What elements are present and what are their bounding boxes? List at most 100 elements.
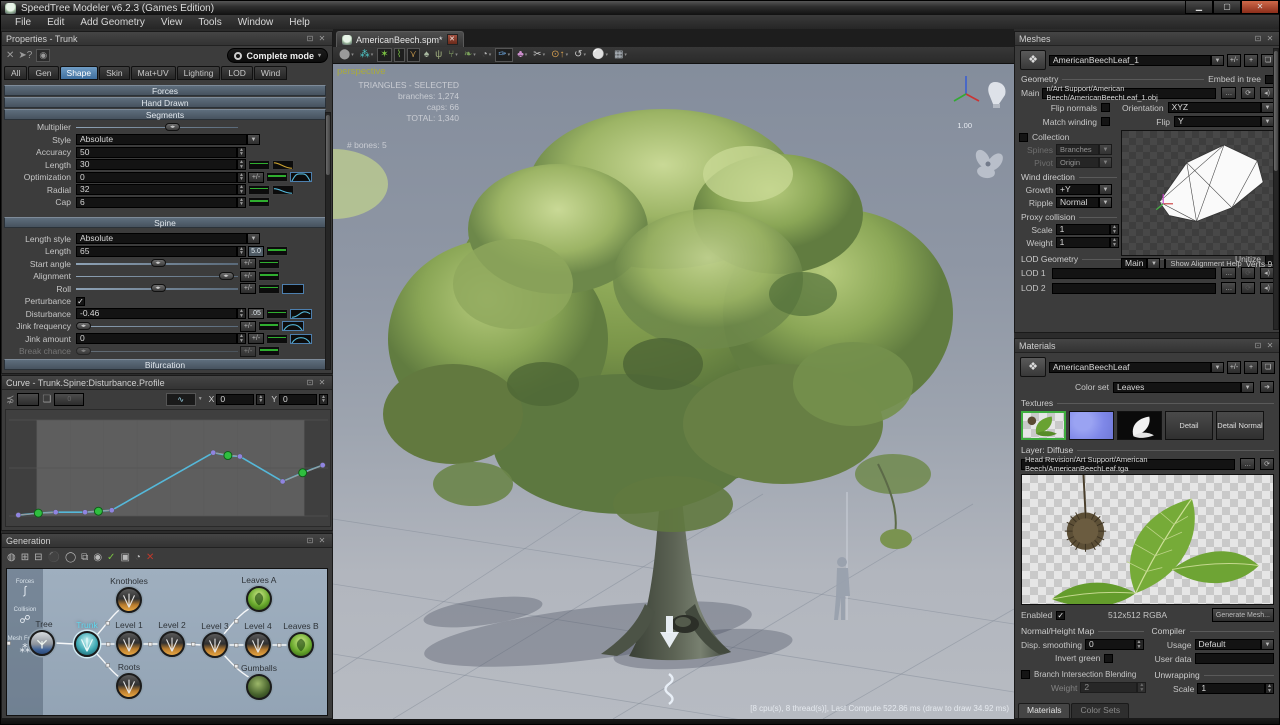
reload-icon[interactable]: ⟳: [1260, 458, 1274, 470]
node-leaves-b[interactable]: [288, 632, 314, 658]
browse-button[interactable]: …: [1221, 87, 1236, 99]
curve-thumb[interactable]: [272, 185, 294, 195]
curve-thumb[interactable]: [248, 185, 270, 195]
tab-close-icon[interactable]: ✕: [447, 34, 458, 45]
node-label[interactable]: Knotholes: [97, 576, 161, 586]
hide-tool-icon[interactable]: ◔▾: [480, 48, 494, 62]
curve-thumb[interactable]: [290, 172, 312, 182]
meshes-scrollbar[interactable]: [1273, 48, 1279, 330]
curve-tangent-icon[interactable]: ⋨: [6, 394, 14, 405]
plus-minus-button[interactable]: +/-: [240, 258, 256, 269]
curve-thumb[interactable]: [248, 197, 270, 207]
float-panel-icon[interactable]: ⊡: [304, 378, 316, 387]
tab-wind[interactable]: Wind: [254, 66, 287, 80]
section-bifurcation[interactable]: Bifurcation: [4, 359, 326, 370]
curve-thumb[interactable]: [258, 321, 280, 331]
jink-frequency-slider[interactable]: ◂▸: [76, 321, 238, 332]
properties-scrollbar[interactable]: [325, 112, 331, 370]
browse-button[interactable]: …: [1240, 458, 1255, 470]
browse-button[interactable]: …: [1221, 282, 1236, 294]
pivot-dropdown[interactable]: Origin▼: [1056, 157, 1112, 168]
select-node-icon[interactable]: ◍: [7, 552, 16, 563]
perturbance-checkbox[interactable]: ✓: [76, 297, 85, 306]
lod1-field[interactable]: [1052, 268, 1216, 279]
node-knotholes[interactable]: [116, 587, 142, 613]
branch-tool-icon[interactable]: ⋎: [407, 48, 420, 62]
float-panel-icon[interactable]: ⊡: [1252, 341, 1264, 350]
curve-thumb[interactable]: [266, 334, 288, 344]
style-dropdown[interactable]: Absolute▼: [76, 134, 260, 145]
tab-shape[interactable]: Shape: [60, 66, 99, 80]
menu-window[interactable]: Window: [230, 17, 282, 28]
plus-minus-button[interactable]: +/-: [248, 333, 264, 344]
curve-thumb[interactable]: [266, 172, 288, 182]
eye-icon[interactable]: ◉: [93, 552, 102, 563]
node-gumballs[interactable]: [246, 674, 272, 700]
growth-dropdown[interactable]: +Y▼: [1056, 184, 1112, 195]
y-input[interactable]: 0: [279, 394, 317, 405]
spines-dropdown[interactable]: Branches▼: [1056, 144, 1112, 155]
curve-thumb[interactable]: [282, 284, 304, 294]
multiplier-slider[interactable]: ◂▸: [76, 122, 238, 133]
orientation-dropdown[interactable]: XYZ▼: [1168, 102, 1274, 113]
check-icon[interactable]: ✓: [107, 552, 115, 563]
tab-mat-uv[interactable]: Mat+UV: [131, 66, 176, 80]
curve-thumb[interactable]: [290, 309, 312, 319]
prune-tool-icon[interactable]: ✂▾: [531, 48, 547, 62]
sphere-icon[interactable]: ⚫: [48, 552, 60, 563]
disp-smoothing-spinner[interactable]: 0▲▼: [1085, 639, 1144, 650]
document-tab[interactable]: AmericanBeech.spm* ✕: [336, 31, 464, 47]
trunk-tool-icon[interactable]: ψ: [433, 48, 444, 62]
add-node-icon[interactable]: ⊞: [21, 552, 29, 563]
undo-icon[interactable]: ↺▾: [572, 48, 588, 62]
node-trunk[interactable]: [74, 631, 100, 657]
node-tree[interactable]: [29, 630, 55, 656]
detail-normal-button[interactable]: Detail Normal: [1216, 411, 1264, 440]
chevron-down-icon[interactable]: ▼: [1211, 55, 1224, 66]
tab-gen[interactable]: Gen: [28, 66, 58, 80]
fork-tool-icon[interactable]: ⑂▾: [446, 48, 460, 62]
flip-dropdown[interactable]: Y▼: [1174, 116, 1274, 127]
bib-checkbox[interactable]: [1021, 670, 1030, 679]
curve-thumb[interactable]: [258, 271, 280, 281]
generate-mesh-button[interactable]: Generate Mesh...: [1212, 608, 1274, 622]
grow-tool-icon[interactable]: ⊙↑▾: [549, 48, 570, 62]
flip-normals-checkbox[interactable]: [1101, 103, 1110, 112]
curve-preset-preview[interactable]: ∿: [166, 393, 196, 406]
section-forces[interactable]: Forces: [4, 85, 326, 96]
node-label[interactable]: Gumballs: [227, 663, 291, 673]
node-label[interactable]: Leaves B: [269, 621, 328, 631]
tab-skin[interactable]: Skin: [99, 66, 130, 80]
maximize-button[interactable]: ▢: [1213, 1, 1241, 14]
curve-thumb[interactable]: [282, 321, 304, 331]
slider-handle[interactable]: ◂▸: [165, 123, 180, 131]
tab-lod[interactable]: LOD: [221, 66, 252, 80]
user-data-field[interactable]: [1195, 653, 1275, 664]
bib-weight-spinner[interactable]: 2▲▼: [1080, 682, 1146, 693]
frond-tool-icon[interactable]: ❧▾: [462, 48, 478, 62]
menu-edit[interactable]: Edit: [39, 17, 72, 28]
spin-arrows[interactable]: ▲▼: [237, 147, 246, 158]
leaf-tool-icon[interactable]: ✶: [377, 48, 391, 62]
sphere-display-icon[interactable]: ⚪▾: [590, 48, 610, 62]
curve-thumb[interactable]: [272, 160, 294, 170]
reload-icon[interactable]: ⟳: [1241, 282, 1255, 294]
season-tool-icon[interactable]: ♣▾: [515, 48, 529, 62]
plus-minus-button[interactable]: +/-: [1227, 54, 1241, 67]
node-level-4[interactable]: [245, 632, 271, 658]
color-set-dropdown[interactable]: Leaves▼: [1113, 382, 1254, 393]
add-button[interactable]: +: [1244, 361, 1258, 374]
node-leaves-a[interactable]: [246, 586, 272, 612]
jink-amount-spinner[interactable]: 0▲▼: [76, 333, 246, 344]
uw-scale-spinner[interactable]: 1▲▼: [1197, 683, 1274, 694]
break-chance-slider[interactable]: ◂▸: [76, 346, 238, 357]
ripple-dropdown[interactable]: Normal▼: [1056, 197, 1112, 208]
usage-dropdown[interactable]: Default▼: [1195, 639, 1275, 650]
speaker-icon[interactable]: ◂): [1260, 282, 1274, 294]
detail-button[interactable]: Detail: [1165, 411, 1213, 440]
tree-tool-icon[interactable]: ♠: [422, 48, 431, 62]
history-icon[interactable]: ◔: [135, 552, 141, 563]
accuracy-spinner[interactable]: 50▲▼: [76, 147, 246, 158]
add-child-icon[interactable]: ⊟: [34, 552, 42, 563]
menu-view[interactable]: View: [153, 17, 191, 28]
